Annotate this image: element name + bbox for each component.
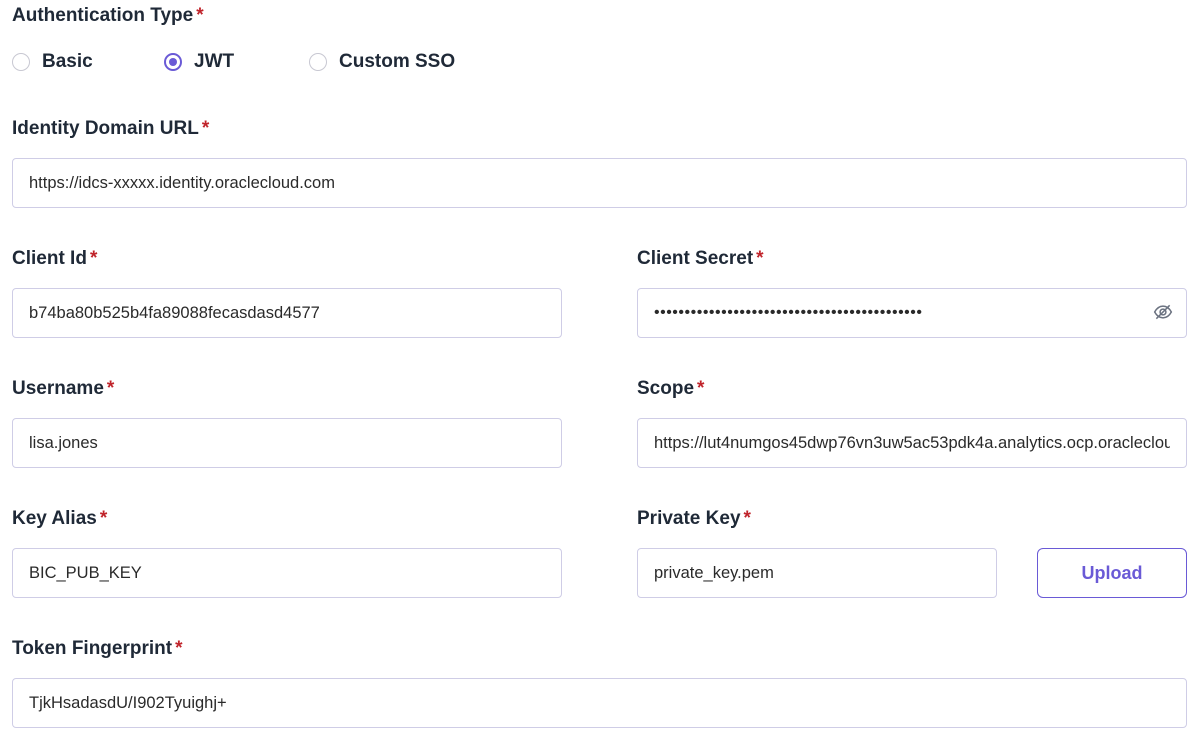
scope-input[interactable] — [637, 418, 1187, 468]
required-mark: * — [89, 248, 98, 269]
client-id-label: Client Id * — [12, 247, 97, 271]
radio-label-basic: Basic — [42, 51, 93, 72]
token-fingerprint-label: Token Fingerprint * — [12, 637, 183, 661]
eye-off-icon[interactable] — [1153, 302, 1173, 322]
token-fingerprint-label-text: Token Fingerprint — [12, 638, 173, 659]
private-key-label-text: Private Key — [637, 508, 741, 529]
username-label: Username * — [12, 377, 114, 401]
required-mark: * — [99, 508, 108, 529]
required-mark: * — [743, 508, 751, 529]
required-mark: * — [106, 378, 115, 399]
client-id-input[interactable] — [12, 288, 562, 338]
radio-basic[interactable]: Basic — [12, 48, 93, 76]
radio-label-jwt: JWT — [194, 51, 235, 72]
token-fingerprint-input[interactable] — [12, 678, 1187, 728]
scope-label: Scope * — [637, 377, 704, 401]
identity-domain-url-input[interactable] — [12, 158, 1187, 208]
jwt-auth-form: Authentication Type * Basic JWT Custom SS… — [0, 0, 1201, 742]
key-alias-label: Key Alias * — [12, 507, 107, 531]
client-secret-label: Client Secret * — [637, 247, 764, 271]
key-alias-label-text: Key Alias — [12, 508, 97, 529]
required-mark: * — [196, 5, 204, 26]
client-secret-label-text: Client Secret — [637, 248, 754, 269]
auth-type-label: Authentication Type * — [12, 4, 204, 28]
client-secret-field — [637, 288, 1187, 338]
required-mark: * — [756, 248, 764, 269]
radio-circle-jwt[interactable] — [164, 53, 182, 71]
scope-label-text: Scope — [637, 378, 695, 399]
radio-label-custom-sso: Custom SSO — [339, 51, 456, 72]
key-alias-input[interactable] — [12, 548, 562, 598]
private-key-input[interactable] — [637, 548, 997, 598]
radio-jwt[interactable]: JWT — [164, 48, 234, 76]
identity-domain-url-label: Identity Domain URL * — [12, 117, 209, 141]
identity-domain-url-label-text: Identity Domain URL — [12, 118, 199, 139]
username-input[interactable] — [12, 418, 562, 468]
radio-circle-custom-sso[interactable] — [309, 53, 327, 71]
required-mark: * — [201, 118, 210, 139]
private-key-label: Private Key * — [637, 507, 751, 531]
radio-custom-sso[interactable]: Custom SSO — [309, 48, 455, 76]
upload-button[interactable]: Upload — [1037, 548, 1187, 598]
required-mark: * — [175, 638, 183, 659]
client-id-label-text: Client Id — [12, 248, 87, 269]
client-secret-input[interactable] — [637, 288, 1187, 338]
required-mark: * — [697, 378, 705, 399]
username-label-text: Username — [12, 378, 104, 399]
radio-circle-basic[interactable] — [12, 53, 30, 71]
auth-type-label-text: Authentication Type — [12, 5, 194, 26]
